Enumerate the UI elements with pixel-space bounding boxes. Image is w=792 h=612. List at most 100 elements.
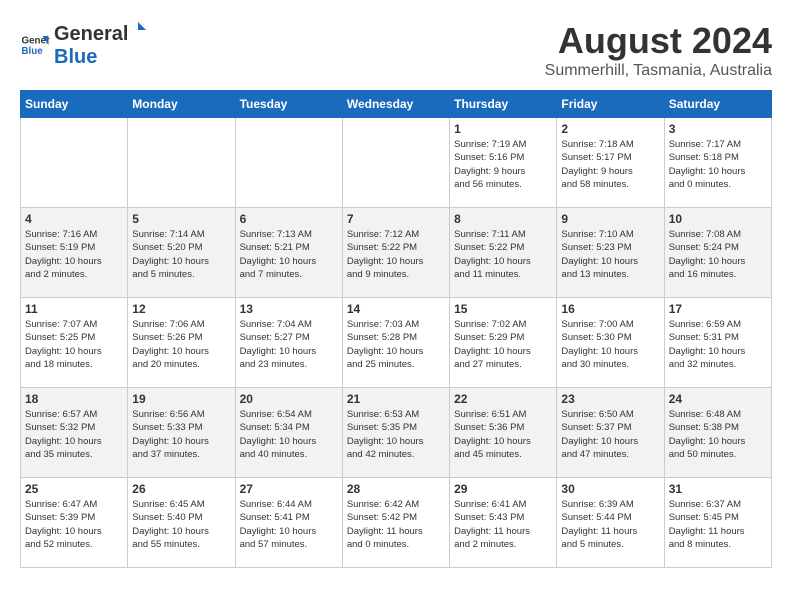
day-header-monday: Monday	[128, 91, 235, 118]
calendar-cell: 25Sunrise: 6:47 AMSunset: 5:39 PMDayligh…	[21, 478, 128, 568]
calendar-cell: 7Sunrise: 7:12 AMSunset: 5:22 PMDaylight…	[342, 208, 449, 298]
calendar-cell: 12Sunrise: 7:06 AMSunset: 5:26 PMDayligh…	[128, 298, 235, 388]
calendar-cell: 31 Sunrise: 6:37 AMSunset: 5:45 PMDayligh…	[664, 478, 771, 568]
day-number: 14	[347, 302, 445, 316]
day-header-thursday: Thursday	[450, 91, 557, 118]
day-number: 20	[240, 392, 338, 406]
calendar-cell	[21, 118, 128, 208]
day-info: Sunrise: 6:53 AMSunset: 5:35 PMDaylight:…	[347, 408, 445, 461]
calendar-cell: 21 Sunrise: 6:53 AMSunset: 5:35 PMDayligh…	[342, 388, 449, 478]
calendar-week-5: 25Sunrise: 6:47 AMSunset: 5:39 PMDayligh…	[21, 478, 772, 568]
calendar-cell: 18Sunrise: 6:57 AMSunset: 5:32 PMDayligh…	[21, 388, 128, 478]
day-number: 30	[561, 482, 659, 496]
day-number: 23	[561, 392, 659, 406]
day-info: Sunrise: 6:59 AMSunset: 5:31 PMDaylight:…	[669, 318, 767, 371]
calendar-cell: 22 Sunrise: 6:51 AMSunset: 5:36 PMDayligh…	[450, 388, 557, 478]
calendar-cell: 27 Sunrise: 6:44 AMSunset: 5:41 PMDayligh…	[235, 478, 342, 568]
day-number: 19	[132, 392, 230, 406]
day-info: Sunrise: 7:04 AMSunset: 5:27 PMDaylight:…	[240, 318, 338, 371]
calendar-cell: 4 Sunrise: 7:16 AMSunset: 5:19 PMDaylight…	[21, 208, 128, 298]
day-number: 11	[25, 302, 123, 316]
day-number: 3	[669, 122, 767, 136]
day-number: 13	[240, 302, 338, 316]
day-number: 2	[561, 122, 659, 136]
calendar-week-4: 18Sunrise: 6:57 AMSunset: 5:32 PMDayligh…	[21, 388, 772, 478]
calendar-cell: 11 Sunrise: 7:07 AMSunset: 5:25 PMDayligh…	[21, 298, 128, 388]
day-info: Sunrise: 6:47 AMSunset: 5:39 PMDaylight:…	[25, 498, 123, 551]
day-info: Sunrise: 7:02 AMSunset: 5:29 PMDaylight:…	[454, 318, 552, 371]
calendar-cell: 6Sunrise: 7:13 AMSunset: 5:21 PMDaylight…	[235, 208, 342, 298]
calendar-cell: 23Sunrise: 6:50 AMSunset: 5:37 PMDayligh…	[557, 388, 664, 478]
day-info: Sunrise: 6:39 AMSunset: 5:44 PMDaylight:…	[561, 498, 659, 551]
day-number: 28	[347, 482, 445, 496]
title-section: August 2024 Summerhill, Tasmania, Austra…	[545, 20, 772, 80]
day-info: Sunrise: 6:51 AMSunset: 5:36 PMDaylight:…	[454, 408, 552, 461]
calendar-week-3: 11 Sunrise: 7:07 AMSunset: 5:25 PMDayligh…	[21, 298, 772, 388]
day-info: Sunrise: 6:42 AMSunset: 5:42 PMDaylight:…	[347, 498, 445, 551]
calendar-cell: 14 Sunrise: 7:03 AMSunset: 5:28 PMDayligh…	[342, 298, 449, 388]
calendar-cell: 1 Sunrise: 7:19 AMSunset: 5:16 PMDaylight…	[450, 118, 557, 208]
calendar-cell: 30 Sunrise: 6:39 AMSunset: 5:44 PMDayligh…	[557, 478, 664, 568]
day-number: 4	[25, 212, 123, 226]
day-info: Sunrise: 7:07 AMSunset: 5:25 PMDaylight:…	[25, 318, 123, 371]
logo-bird-icon	[128, 20, 148, 40]
calendar-cell: 2 Sunrise: 7:18 AMSunset: 5:17 PMDaylight…	[557, 118, 664, 208]
calendar-cell: 28 Sunrise: 6:42 AMSunset: 5:42 PMDayligh…	[342, 478, 449, 568]
calendar-cell: 15 Sunrise: 7:02 AMSunset: 5:29 PMDayligh…	[450, 298, 557, 388]
day-number: 26	[132, 482, 230, 496]
page-header: General Blue General Blue August 2024 Su…	[20, 20, 772, 80]
day-number: 21	[347, 392, 445, 406]
day-info: Sunrise: 7:18 AMSunset: 5:17 PMDaylight:…	[561, 138, 659, 191]
main-title: August 2024	[545, 20, 772, 62]
day-info: Sunrise: 6:57 AMSunset: 5:32 PMDaylight:…	[25, 408, 123, 461]
day-number: 5	[132, 212, 230, 226]
day-info: Sunrise: 6:44 AMSunset: 5:41 PMDaylight:…	[240, 498, 338, 551]
day-info: Sunrise: 6:45 AMSunset: 5:40 PMDaylight:…	[132, 498, 230, 551]
calendar-cell: 16Sunrise: 7:00 AMSunset: 5:30 PMDayligh…	[557, 298, 664, 388]
calendar-cell: 17 Sunrise: 6:59 AMSunset: 5:31 PMDayligh…	[664, 298, 771, 388]
day-number: 17	[669, 302, 767, 316]
day-info: Sunrise: 7:16 AMSunset: 5:19 PMDaylight:…	[25, 228, 123, 281]
day-info: Sunrise: 7:17 AMSunset: 5:18 PMDaylight:…	[669, 138, 767, 191]
day-info: Sunrise: 6:56 AMSunset: 5:33 PMDaylight:…	[132, 408, 230, 461]
calendar-cell: 29Sunrise: 6:41 AMSunset: 5:43 PMDayligh…	[450, 478, 557, 568]
subtitle: Summerhill, Tasmania, Australia	[545, 62, 772, 80]
day-info: Sunrise: 7:19 AMSunset: 5:16 PMDaylight:…	[454, 138, 552, 191]
day-header-saturday: Saturday	[664, 91, 771, 118]
day-info: Sunrise: 6:54 AMSunset: 5:34 PMDaylight:…	[240, 408, 338, 461]
calendar-cell: 10 Sunrise: 7:08 AMSunset: 5:24 PMDayligh…	[664, 208, 771, 298]
day-number: 8	[454, 212, 552, 226]
svg-text:Blue: Blue	[22, 46, 44, 57]
calendar-cell	[128, 118, 235, 208]
day-info: Sunrise: 7:08 AMSunset: 5:24 PMDaylight:…	[669, 228, 767, 281]
calendar-header-row: SundayMondayTuesdayWednesdayThursdayFrid…	[21, 91, 772, 118]
day-info: Sunrise: 7:14 AMSunset: 5:20 PMDaylight:…	[132, 228, 230, 281]
day-number: 22	[454, 392, 552, 406]
day-number: 1	[454, 122, 552, 136]
day-info: Sunrise: 6:37 AMSunset: 5:45 PMDaylight:…	[669, 498, 767, 551]
day-info: Sunrise: 7:00 AMSunset: 5:30 PMDaylight:…	[561, 318, 659, 371]
day-info: Sunrise: 7:11 AMSunset: 5:22 PMDaylight:…	[454, 228, 552, 281]
day-header-friday: Friday	[557, 91, 664, 118]
calendar-table: SundayMondayTuesdayWednesdayThursdayFrid…	[20, 90, 772, 568]
calendar-cell: 24 Sunrise: 6:48 AMSunset: 5:38 PMDayligh…	[664, 388, 771, 478]
day-info: Sunrise: 7:12 AMSunset: 5:22 PMDaylight:…	[347, 228, 445, 281]
day-number: 31	[669, 482, 767, 496]
day-number: 9	[561, 212, 659, 226]
calendar-cell	[342, 118, 449, 208]
day-number: 27	[240, 482, 338, 496]
day-number: 24	[669, 392, 767, 406]
day-info: Sunrise: 7:10 AMSunset: 5:23 PMDaylight:…	[561, 228, 659, 281]
calendar-body: 1 Sunrise: 7:19 AMSunset: 5:16 PMDaylight…	[21, 118, 772, 568]
day-number: 15	[454, 302, 552, 316]
calendar-cell: 8 Sunrise: 7:11 AMSunset: 5:22 PMDaylight…	[450, 208, 557, 298]
logo: General Blue General Blue	[20, 20, 148, 69]
day-info: Sunrise: 7:13 AMSunset: 5:21 PMDaylight:…	[240, 228, 338, 281]
day-header-wednesday: Wednesday	[342, 91, 449, 118]
day-info: Sunrise: 6:48 AMSunset: 5:38 PMDaylight:…	[669, 408, 767, 461]
calendar-cell: 9 Sunrise: 7:10 AMSunset: 5:23 PMDaylight…	[557, 208, 664, 298]
calendar-cell	[235, 118, 342, 208]
day-info: Sunrise: 7:03 AMSunset: 5:28 PMDaylight:…	[347, 318, 445, 371]
day-info: Sunrise: 7:06 AMSunset: 5:26 PMDaylight:…	[132, 318, 230, 371]
day-number: 10	[669, 212, 767, 226]
